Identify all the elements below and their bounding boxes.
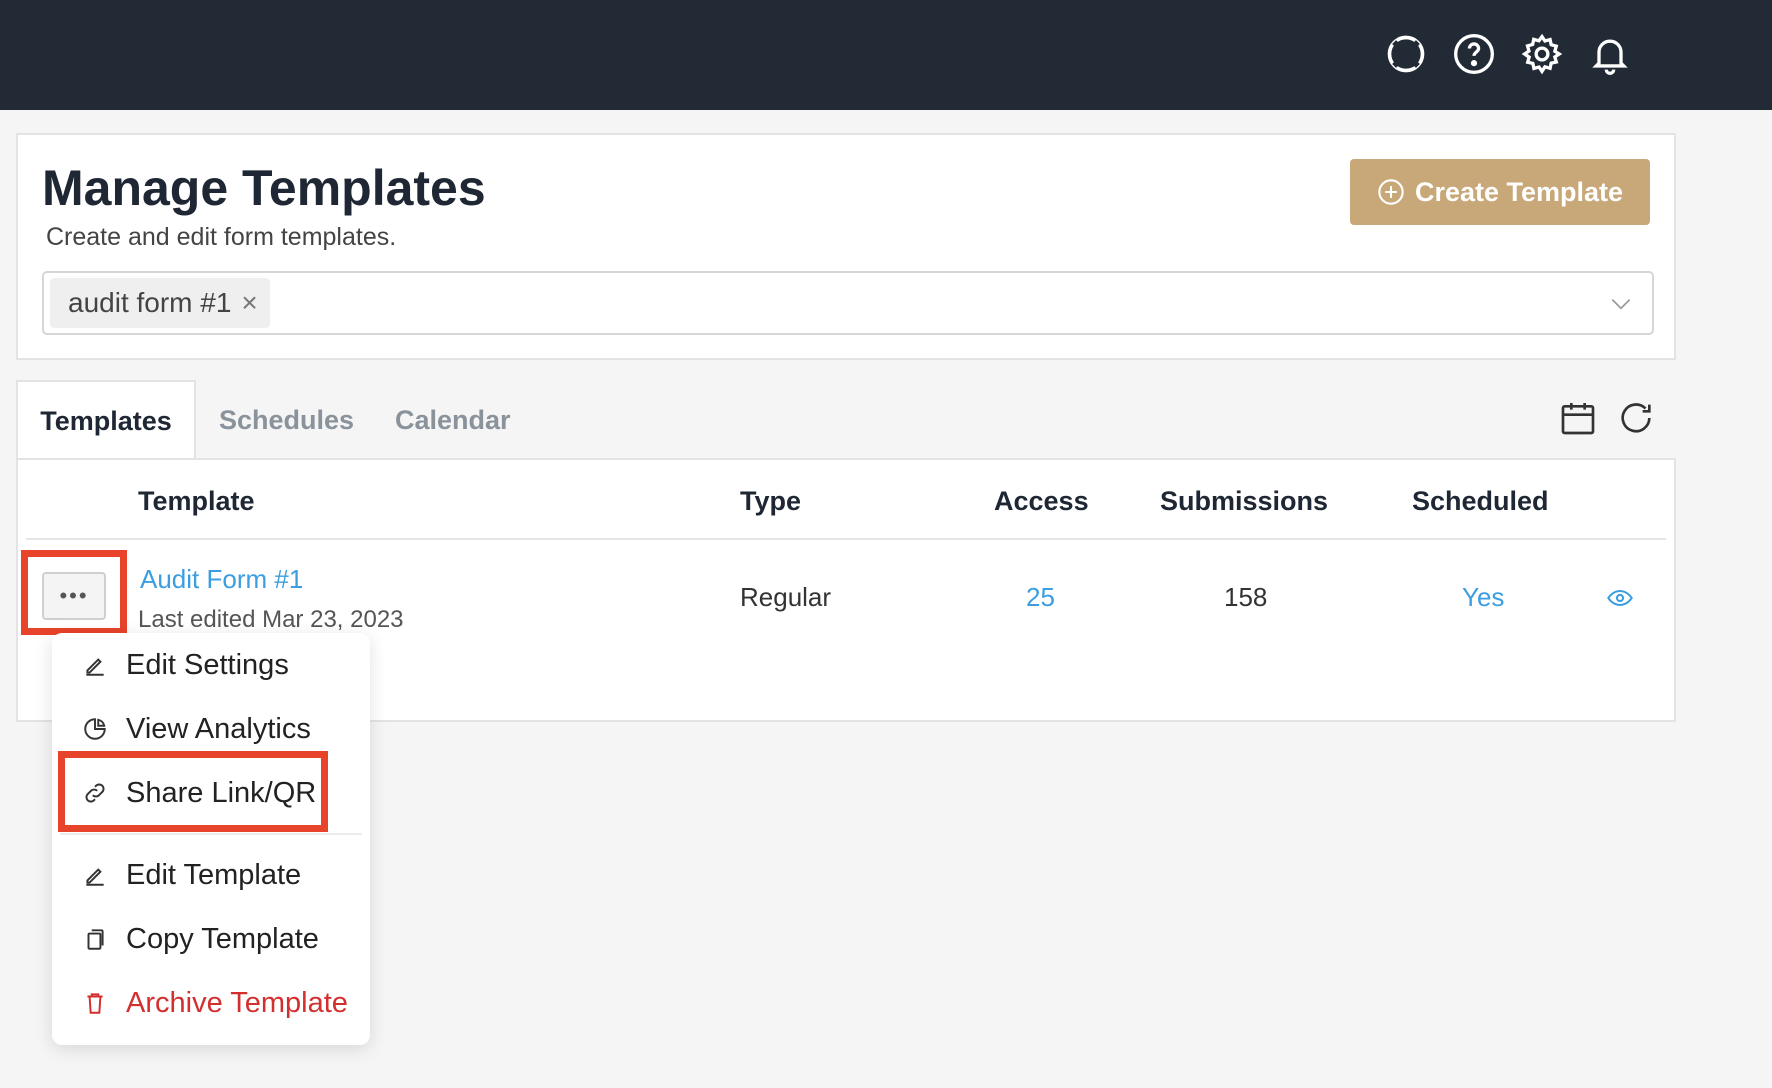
access-count-link[interactable]: 25: [1026, 582, 1055, 613]
menu-item-label: Edit Template: [126, 858, 302, 891]
menu-item-edit-template[interactable]: Edit Template: [82, 853, 301, 897]
template-filter-select[interactable]: audit form #1 ×: [42, 271, 1654, 335]
pencil-icon: [86, 868, 104, 886]
pie-chart-icon: [84, 718, 106, 740]
menu-item-copy-template[interactable]: Copy Template: [82, 917, 319, 961]
menu-item-label: Copy Template: [126, 922, 319, 955]
submissions-count: 158: [1224, 582, 1268, 612]
header-divider: [26, 538, 1666, 540]
template-type: Regular: [740, 582, 832, 612]
tab-bar: Templates Schedules Calendar: [16, 380, 1676, 460]
lifebuoy-icon[interactable]: [1384, 32, 1428, 76]
template-name-link[interactable]: Audit Form #1: [140, 564, 303, 595]
refresh-icon[interactable]: [1616, 398, 1656, 438]
eye-icon[interactable]: [1606, 584, 1634, 619]
calendar-icon[interactable]: [1558, 398, 1598, 438]
menu-divider: [60, 833, 362, 835]
create-template-label: Create Template: [1414, 176, 1624, 207]
menu-item-label: View Analytics: [126, 712, 311, 745]
actions-dropdown-menu: Edit Settings View Analytics Share Link/…: [52, 633, 370, 1045]
menu-item-label: Edit Settings: [126, 648, 289, 681]
filter-chip: audit form #1 ×: [50, 278, 270, 328]
share-link-highlight: [58, 751, 328, 832]
close-icon[interactable]: ×: [241, 287, 257, 319]
tab-calendar[interactable]: Calendar: [395, 380, 511, 460]
help-icon[interactable]: [1452, 32, 1496, 76]
tab-templates[interactable]: Templates: [16, 380, 196, 460]
column-header-scheduled[interactable]: Scheduled: [1412, 486, 1549, 517]
page-title: Manage Templates: [42, 160, 486, 216]
create-template-button[interactable]: Create Template: [1350, 159, 1650, 225]
column-header-type[interactable]: Type: [740, 486, 801, 517]
trash-icon: [87, 993, 103, 1014]
column-header-template[interactable]: Template: [138, 486, 255, 517]
header-card: Manage Templates Create and edit form te…: [16, 133, 1676, 360]
last-edited-text: Last edited Mar 23, 2023: [138, 606, 404, 633]
tab-schedules[interactable]: Schedules: [219, 380, 354, 460]
menu-item-archive-template[interactable]: Archive Template: [82, 981, 348, 1025]
pencil-icon: [86, 658, 104, 676]
menu-item-view-analytics[interactable]: View Analytics: [82, 707, 311, 751]
bell-icon[interactable]: [1588, 32, 1632, 76]
column-header-submissions[interactable]: Submissions: [1160, 486, 1328, 517]
page-subtitle: Create and edit form templates.: [46, 223, 397, 251]
copy-icon: [87, 929, 104, 950]
menu-item-label: Archive Template: [126, 986, 348, 1019]
more-actions-button[interactable]: •••: [42, 572, 106, 620]
gear-icon[interactable]: [1520, 32, 1564, 76]
chevron-down-icon[interactable]: [1608, 291, 1634, 317]
plus-circle-icon: [1378, 179, 1404, 205]
column-header-access[interactable]: Access: [994, 486, 1089, 517]
top-navigation-bar: [0, 0, 1772, 110]
scheduled-link[interactable]: Yes: [1462, 582, 1504, 613]
filter-chip-label: audit form #1: [68, 287, 232, 318]
menu-item-edit-settings[interactable]: Edit Settings: [82, 643, 289, 687]
